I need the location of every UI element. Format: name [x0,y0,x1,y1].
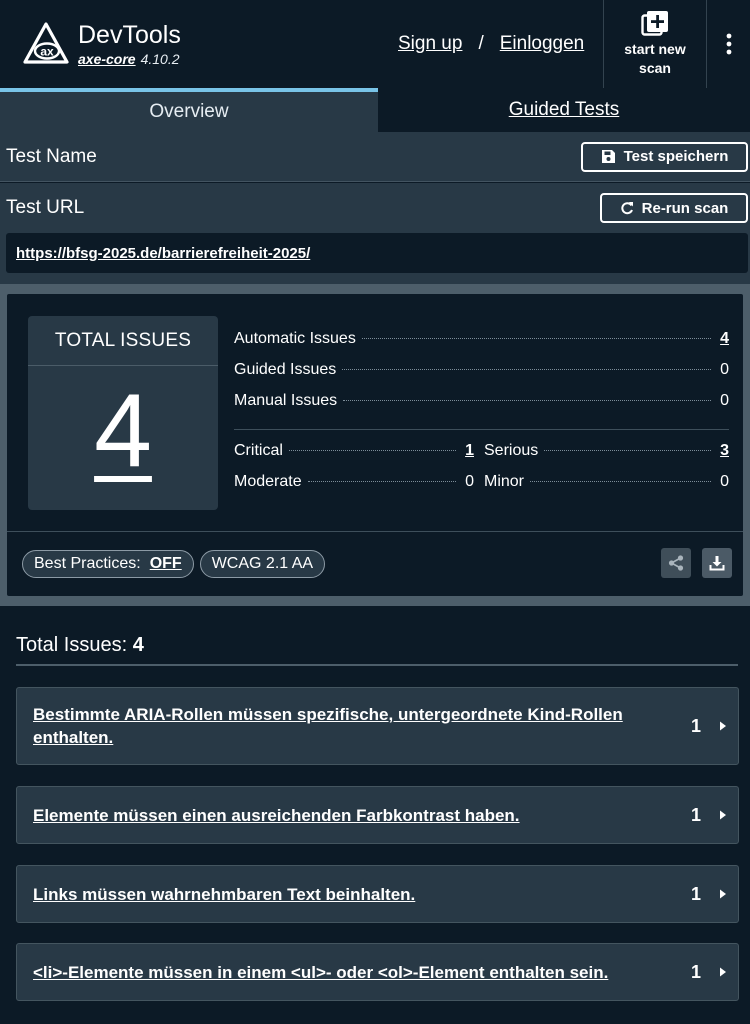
minor-count: 0 [720,473,729,490]
login-link[interactable]: Einloggen [500,33,585,55]
dot-leader [361,338,711,339]
stats-divider [234,429,729,430]
tab-overview[interactable]: Overview [0,88,378,132]
dot-leader [342,369,711,370]
download-button[interactable] [702,548,732,578]
guided-issues-label: Guided Issues [234,361,337,378]
total-issues-label: TOTAL ISSUES [28,316,218,366]
critical-label: Critical [234,442,283,459]
chevron-right-icon [720,889,726,899]
kebab-menu-icon [726,33,732,55]
main-tabs: Overview Guided Tests [0,88,750,132]
share-icon [668,555,684,571]
total-issues-card: TOTAL ISSUES 4 [28,316,218,510]
axe-core-link[interactable]: axe-core [78,51,136,67]
issue-count: 1 [690,961,701,982]
moderate-row: Moderate 0 [234,473,474,504]
test-name-label: Test Name [6,145,97,167]
best-practices-state[interactable]: OFF [150,555,182,573]
severity-grid: Critical 1 Moderate 0 Serious 3 Minor 0 [234,442,729,504]
axe-logo-icon: ax [23,22,69,64]
moderate-label: Moderate [234,473,302,490]
issue-count: 1 [690,883,701,904]
serious-row: Serious 3 [484,442,729,473]
issue-title[interactable]: Elemente müssen einen ausreichenden Farb… [33,804,661,827]
save-icon [601,150,615,163]
version-number: 4.10.2 [140,51,180,67]
critical-row: Critical 1 [234,442,474,473]
dot-leader [544,450,711,451]
minor-label: Minor [484,473,525,490]
issue-title[interactable]: <li>-Elemente müssen in einem <ul>- oder… [33,961,661,984]
download-icon [709,556,725,571]
automatic-issues-label: Automatic Issues [234,330,356,347]
guided-issues-count: 0 [720,361,729,378]
chevron-right-icon [720,810,726,820]
issue-item[interactable]: Bestimmte ARIA-Rollen müssen spezifische… [16,687,739,765]
test-url-link[interactable]: https://bfsg-2025.de/barrierefreiheit-20… [6,233,748,273]
rerun-scan-label: Re-run scan [641,199,729,217]
issue-item[interactable]: Links müssen wahrnehmbaren Text beinhalt… [16,865,739,923]
auth-separator: / [478,33,484,54]
more-options-button[interactable] [708,0,750,88]
issues-heading-label: Total Issues: [16,634,128,656]
serious-count[interactable]: 3 [717,442,729,460]
new-scan-icon [641,11,668,36]
issues-heading-count: 4 [132,634,144,656]
svg-text:ax: ax [40,45,54,59]
issue-count: 1 [690,715,701,736]
total-issues-count[interactable]: 4 [28,366,218,510]
refresh-icon [620,202,633,215]
guided-issues-row: Guided Issues 0 [234,361,729,392]
tab-guided-tests[interactable]: Guided Tests [378,88,750,132]
minor-row: Minor 0 [484,473,729,504]
save-test-label: Test speichern [623,148,729,165]
chevron-right-icon [720,721,726,731]
save-test-button[interactable]: Test speichern [581,141,748,172]
issue-item[interactable]: <li>-Elemente müssen in einem <ul>- oder… [16,943,739,1001]
signup-link[interactable]: Sign up [398,33,462,55]
issues-heading: Total Issues: 4 [16,634,738,666]
issue-count: 1 [690,804,701,825]
auth-links: Sign up / Einloggen [398,0,584,88]
new-scan-label-2: scan [639,60,671,76]
manual-issues-label: Manual Issues [234,392,338,409]
dot-leader [530,481,711,482]
brand: ax DevTools axe-core 4.10.2 [0,0,380,88]
test-url-row: Test URL Re-run scan [0,183,750,233]
test-url-label: Test URL [6,197,85,218]
rerun-scan-button[interactable]: Re-run scan [600,193,748,223]
start-new-scan-button[interactable]: start new scan [603,0,707,88]
serious-label: Serious [484,442,539,459]
automatic-issues-row: Automatic Issues 4 [234,330,729,361]
wcag-standard-pill[interactable]: WCAG 2.1 AA [199,550,326,578]
dot-leader [307,481,456,482]
issue-stats: Automatic Issues 4 Guided Issues 0 Manua… [234,330,729,504]
manual-issues-row: Manual Issues 0 [234,392,729,423]
wcag-standard-label: WCAG 2.1 AA [211,555,314,572]
issue-title[interactable]: Links müssen wahrnehmbaren Text beinhalt… [33,883,661,906]
dot-leader [288,450,456,451]
best-practices-label: Best Practices: [34,555,141,572]
app-header: ax DevTools axe-core 4.10.2 Sign up / Ein… [0,0,750,88]
manual-issues-count: 0 [720,392,729,409]
issue-title[interactable]: Bestimmte ARIA-Rollen müssen spezifische… [33,703,661,749]
app-title: DevTools [78,21,181,49]
issue-summary-panel: TOTAL ISSUES 4 Automatic Issues 4 Guided… [7,294,743,596]
core-version: axe-core 4.10.2 [78,51,181,67]
issue-item[interactable]: Elemente müssen einen ausreichenden Farb… [16,786,739,844]
dot-leader [343,400,711,401]
automatic-issues-count[interactable]: 4 [717,330,729,348]
new-scan-label-1: start new [624,41,686,57]
test-name-row: Test Name Test speichern [0,132,750,182]
best-practices-toggle[interactable]: Best Practices: OFF [22,550,194,578]
share-button[interactable] [661,548,691,578]
moderate-count: 0 [465,473,474,490]
chevron-right-icon [720,967,726,977]
summary-footer: Best Practices: OFF WCAG 2.1 AA [7,531,743,596]
critical-count[interactable]: 1 [462,442,474,460]
